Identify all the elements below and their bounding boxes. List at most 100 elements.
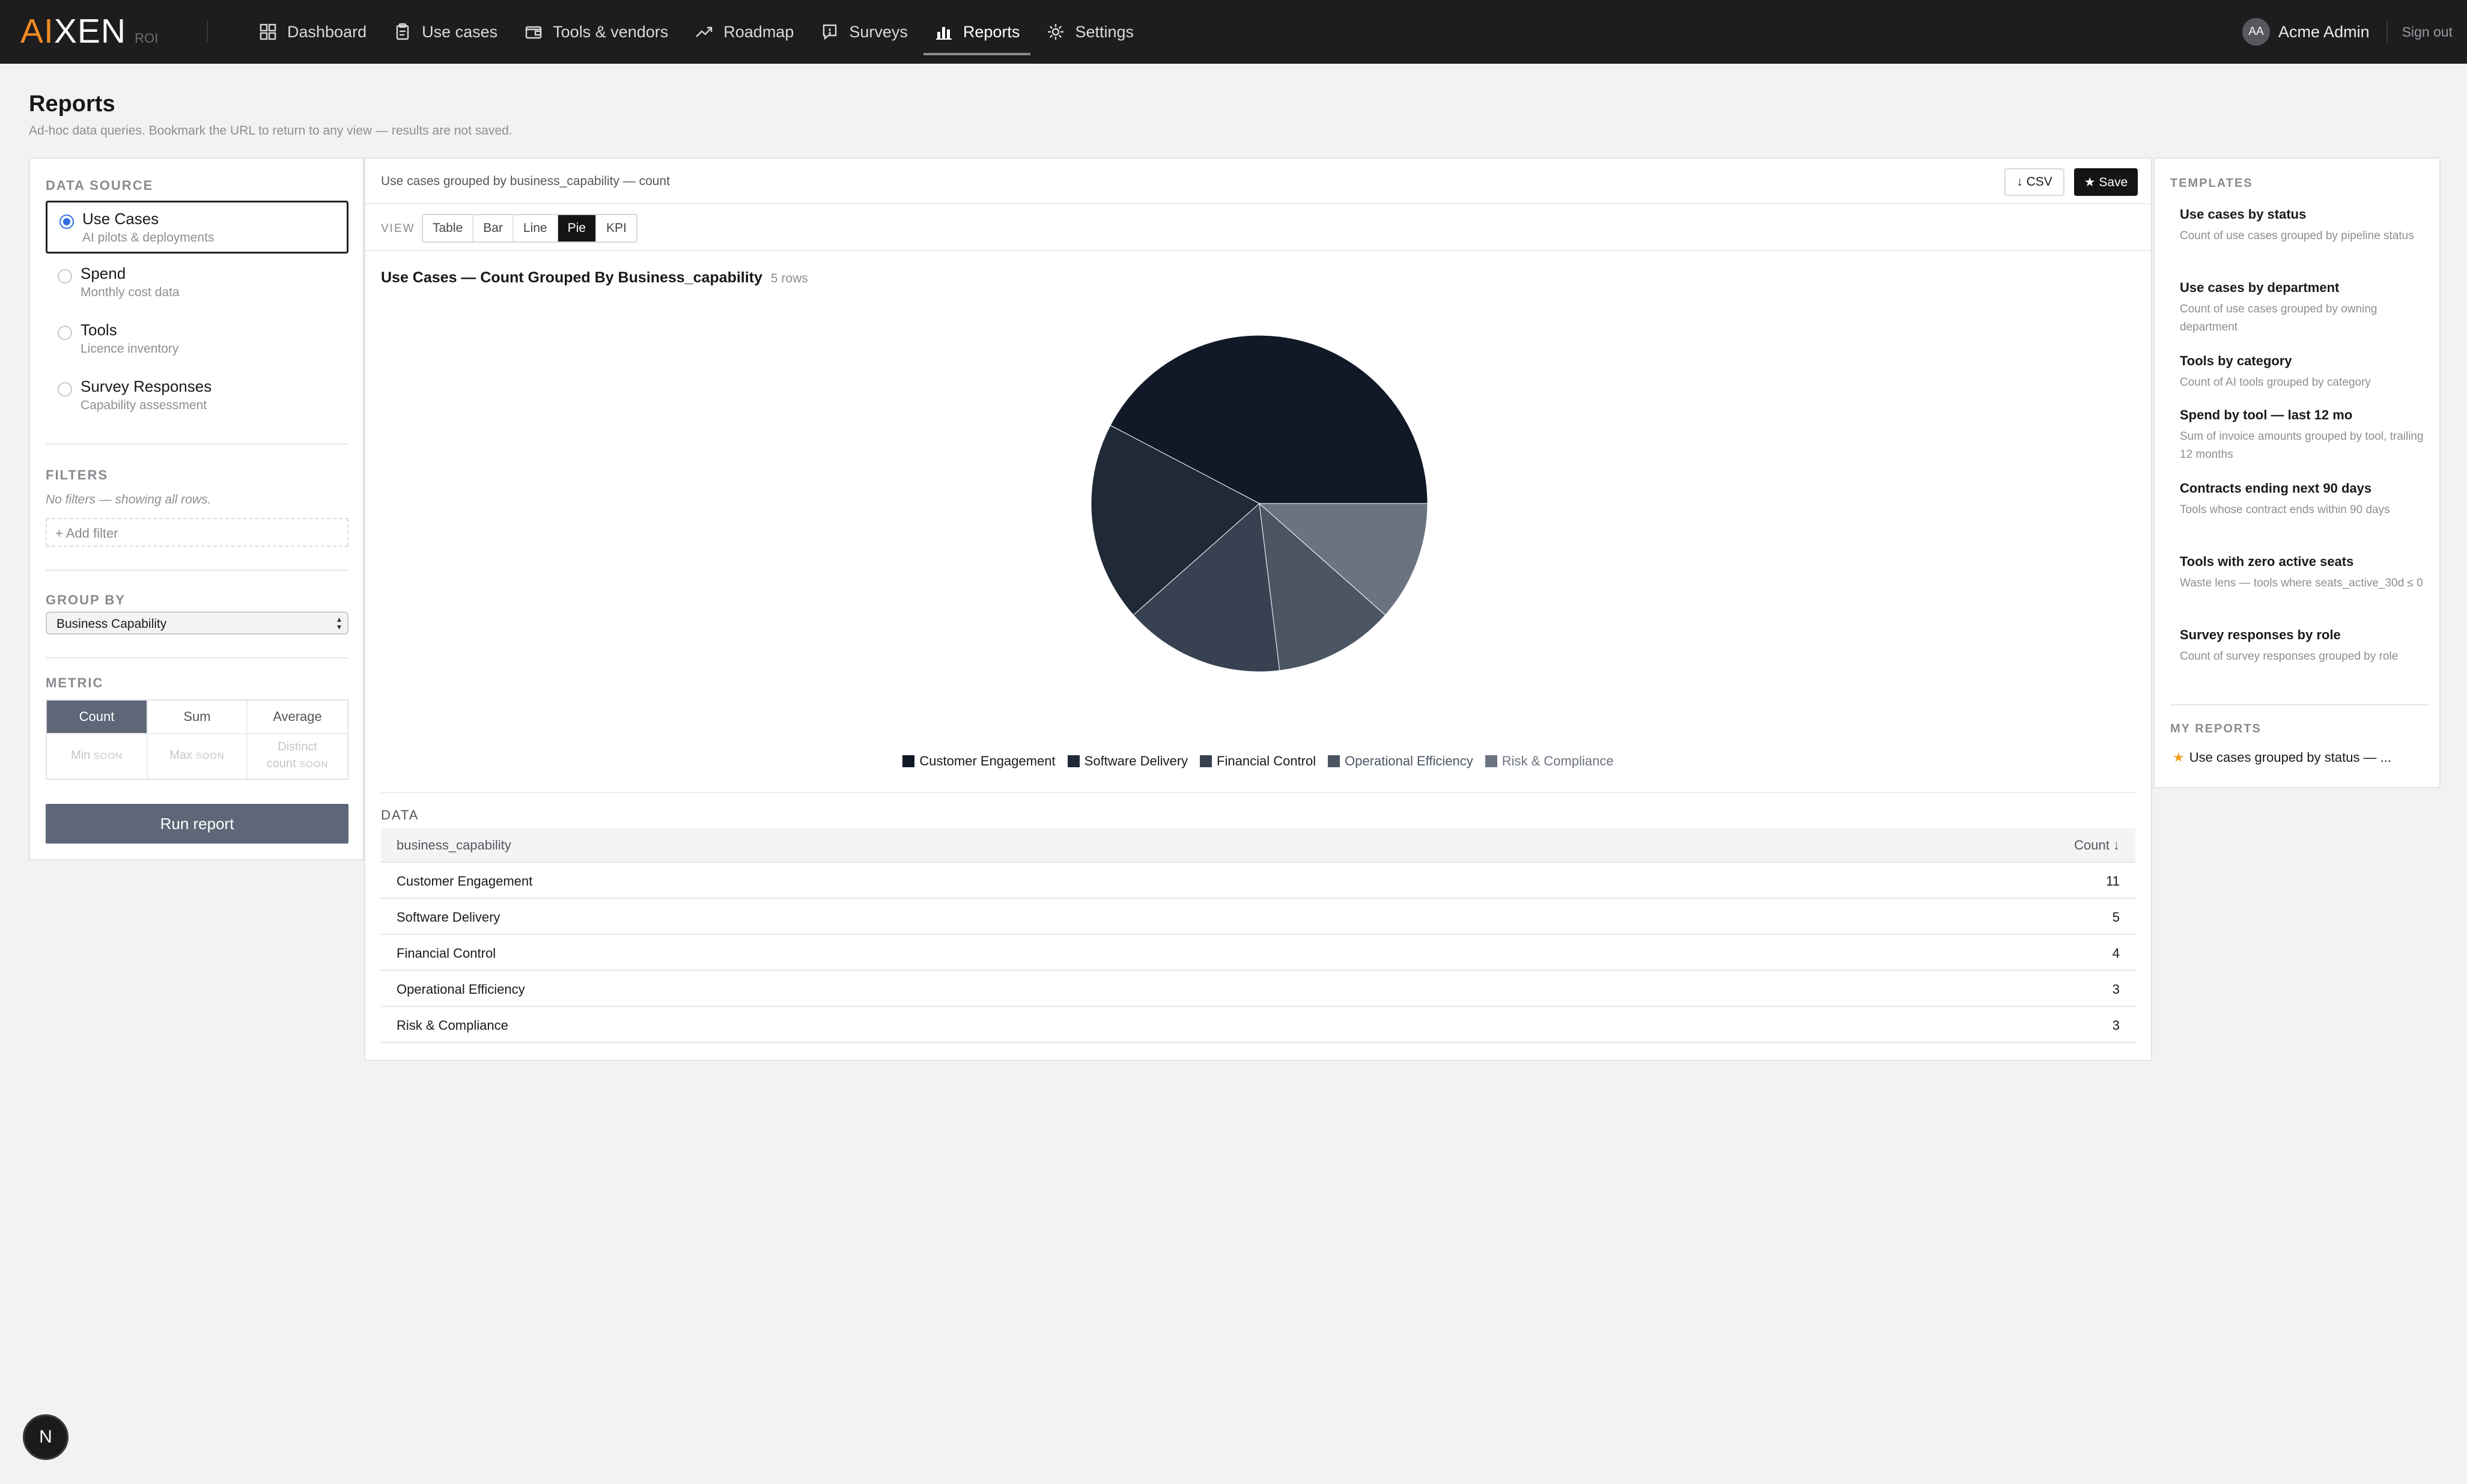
nav-use-cases[interactable]: Use cases [380,0,511,64]
legend-item[interactable]: Financial Control [1200,753,1316,769]
metric-average[interactable]: Average [248,701,347,733]
my-report-item[interactable]: ★ Use cases grouped by status — ... [2173,750,2391,765]
wallet-icon [524,22,543,41]
table-row[interactable]: Operational Efficiency 3 [381,971,2135,1007]
radio-button[interactable] [58,269,72,284]
legend-label: Risk & Compliance [1501,753,1614,768]
logo-wordmark: AIXEN [20,12,127,50]
legend-item[interactable]: Risk & Compliance [1485,753,1614,769]
metric-sum[interactable]: Sum [148,701,246,733]
cell-capability: Customer Engagement [397,874,533,889]
data-section-label: DATA [381,807,419,823]
app-logo[interactable]: AIXEN ROI [20,13,158,49]
chart-title: Use Cases — Count Grouped By Business_ca… [381,269,808,286]
radio-button[interactable] [59,214,74,229]
cell-capability: Financial Control [397,946,496,961]
nav-label: Reports [963,22,1020,41]
nav-label: Dashboard [287,22,367,41]
legend-swatch [1200,755,1212,767]
legend-swatch [1485,755,1497,767]
page-subtitle: Ad-hoc data queries. Bookmark the URL to… [29,124,513,138]
view-line[interactable]: Line [513,215,558,242]
legend-swatch [902,755,915,767]
table-row[interactable]: Customer Engagement 11 [381,863,2135,899]
template-title: Contracts ending next 90 days [2180,481,2372,496]
add-filter-button[interactable]: + Add filter [46,518,348,547]
table-row[interactable]: Financial Control 4 [381,935,2135,971]
save-report-button[interactable]: ★ Save [2074,168,2138,196]
radio-button[interactable] [58,326,72,340]
template-desc: Sum of invoice amounts grouped by tool, … [2180,430,2424,461]
template-item[interactable]: Survey responses by role Count of survey… [2180,627,2426,666]
report-results-panel: Use cases grouped by business_capability… [364,157,2152,1061]
source-option-tools[interactable]: Tools Licence inventory [46,314,348,366]
template-desc: Tools whose contract ends within 90 days [2180,503,2390,516]
column-header-count[interactable]: Count ↓ [2074,838,2120,853]
template-title: Spend by tool — last 12 mo [2180,407,2353,422]
page-title: Reports [29,91,115,117]
cell-count: 11 [2106,874,2120,889]
template-title: Use cases by department [2180,280,2340,295]
source-option-use-cases[interactable]: Use Cases AI pilots & deployments [46,201,348,254]
nav-tools-vendors[interactable]: Tools & vendors [511,0,681,64]
source-option-spend[interactable]: Spend Monthly cost data [46,257,348,310]
run-report-button[interactable]: Run report [46,804,348,844]
source-desc: AI pilots & deployments [82,231,214,245]
cell-count: 3 [2112,1018,2120,1033]
legend-item[interactable]: Software Delivery [1067,753,1188,769]
view-bar[interactable]: Bar [473,215,514,242]
user-name[interactable]: Acme Admin [2278,23,2370,41]
template-item[interactable]: Use cases by status Count of use cases g… [2180,207,2426,245]
nav-reports[interactable]: Reports [921,0,1033,64]
template-desc: Waste lens — tools where seats_active_30… [2180,577,2423,589]
nav-dashboard[interactable]: Dashboard [245,0,380,64]
cell-capability: Risk & Compliance [397,1018,508,1033]
table-row[interactable]: Risk & Compliance 3 [381,1007,2135,1043]
nav-roadmap[interactable]: Roadmap [681,0,807,64]
nav-label: Settings [1075,22,1134,41]
avatar[interactable]: AA [2242,18,2271,46]
template-item[interactable]: Tools by category Count of AI tools grou… [2180,353,2426,392]
template-item[interactable]: Spend by tool — last 12 mo Sum of invoic… [2180,407,2426,464]
export-csv-button[interactable]: ↓ CSV [2004,168,2064,196]
view-table[interactable]: Table [423,215,474,242]
column-header-capability[interactable]: business_capability [397,838,511,853]
dev-tools-badge[interactable]: N [23,1414,68,1460]
view-pie[interactable]: Pie [558,215,597,242]
query-summary: Use cases grouped by business_capability… [381,174,670,188]
cell-count: 3 [2112,982,2120,997]
template-title: Survey responses by role [2180,627,2341,642]
nav-settings[interactable]: Settings [1033,0,1147,64]
source-option-survey-responses[interactable]: Survey Responses Capability assessment [46,370,348,423]
sign-out-link[interactable]: Sign out [2402,24,2453,40]
legend-item[interactable]: Operational Efficiency [1328,753,1473,769]
table-row[interactable]: Software Delivery 5 [381,899,2135,935]
data-table: business_capability Count ↓ Customer Eng… [381,828,2135,1043]
legend-label: Financial Control [1217,753,1316,768]
template-item[interactable]: Use cases by department Count of use cas… [2180,280,2426,336]
top-navigation-bar: AIXEN ROI Dashboard Use cases Tools & ve… [0,0,2467,64]
view-switcher: Table Bar Line Pie KPI [422,214,637,243]
group-by-select[interactable]: Business Capability ▴ ▾ [46,612,348,634]
metric-max-disabled: Max SOON [169,749,225,762]
template-desc: Count of use cases grouped by owning dep… [2180,303,2377,333]
radio-button[interactable] [58,382,72,397]
metric-count[interactable]: Count [47,701,147,733]
source-title: Spend [81,264,126,282]
template-title: Tools by category [2180,353,2292,368]
template-desc: Count of use cases grouped by pipeline s… [2180,230,2414,242]
cell-capability: Software Delivery [397,910,500,925]
template-item[interactable]: Tools with zero active seats Waste lens … [2180,554,2426,592]
section-divider [46,570,348,571]
legend-item[interactable]: Customer Engagement [902,753,1056,769]
grid-icon [258,22,278,41]
survey-icon [820,22,839,41]
my-reports-label: MY REPORTS [2170,722,2262,735]
bar-chart-icon [934,22,954,41]
template-item[interactable]: Contracts ending next 90 days Tools whos… [2180,481,2426,519]
nav-surveys[interactable]: Surveys [807,0,921,64]
legend-swatch [1328,755,1340,767]
table-body: Customer Engagement 11 Software Delivery 5 F… [381,863,2135,1043]
section-divider [381,792,2135,793]
view-kpi[interactable]: KPI [596,215,636,242]
